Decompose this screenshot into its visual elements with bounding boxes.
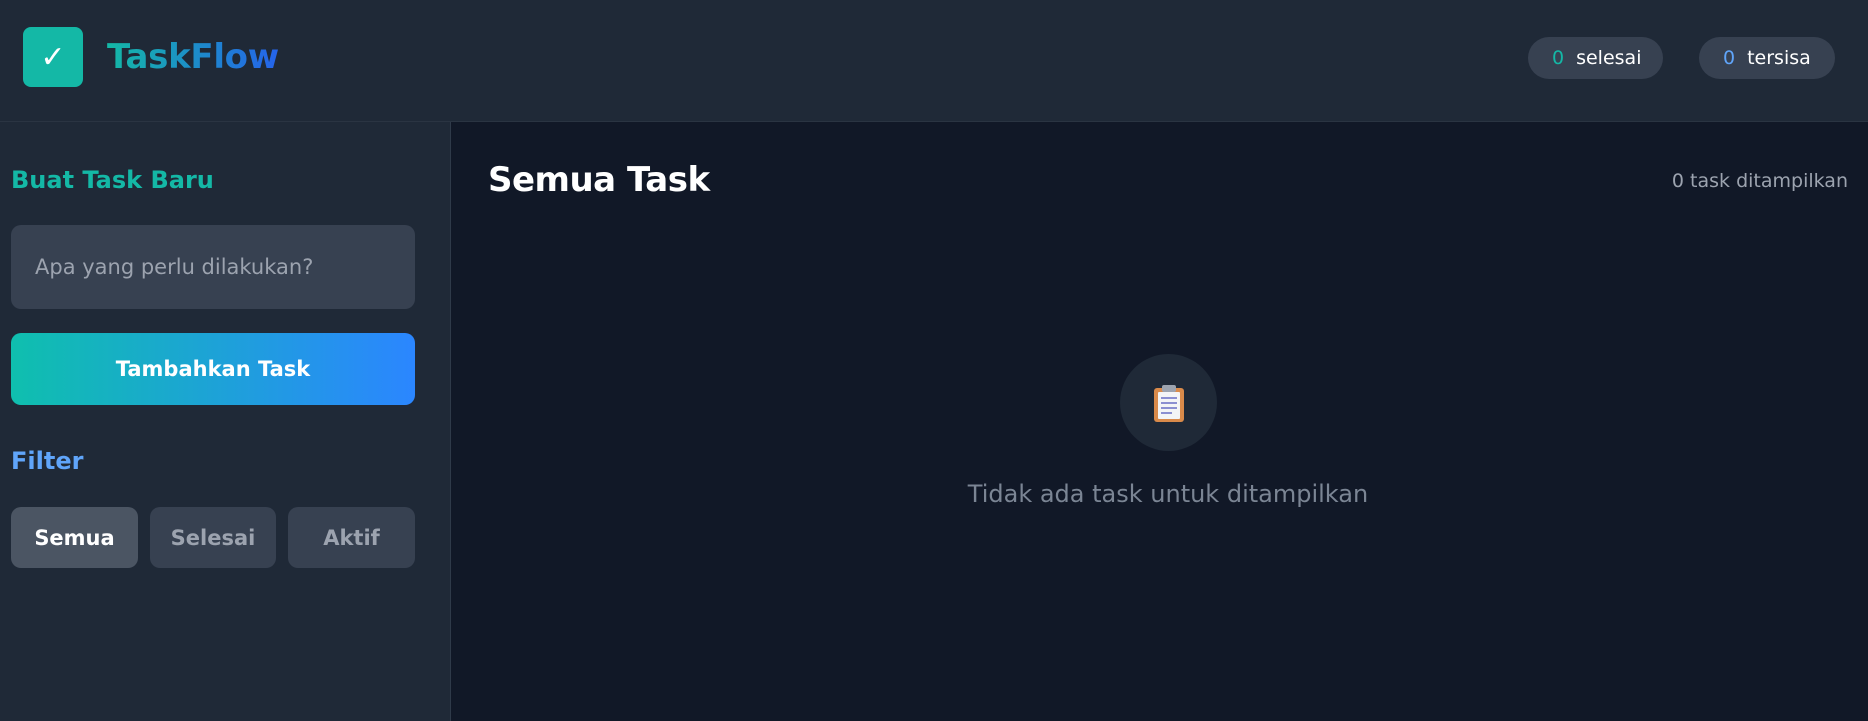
filter-all-button[interactable]: Semua xyxy=(11,507,138,568)
new-task-input[interactable] xyxy=(11,225,415,309)
main-content: Semua Task 0 task ditampilkan Tidak ada … xyxy=(452,122,1868,721)
remaining-label: tersisa xyxy=(1747,47,1811,69)
done-count: 0 xyxy=(1552,47,1565,69)
done-label: selesai xyxy=(1576,47,1642,69)
remaining-count-badge: 0 tersisa xyxy=(1699,37,1835,79)
clipboard-icon xyxy=(1153,384,1184,422)
filter-heading: Filter xyxy=(11,447,84,475)
empty-state-icon-circle xyxy=(1120,354,1217,451)
page-title: Semua Task xyxy=(488,160,710,200)
app-header: ✓ TaskFlow 0 selesai 0 tersisa xyxy=(0,0,1868,122)
filter-active-button[interactable]: Aktif xyxy=(288,507,415,568)
logo-checkmark-icon: ✓ xyxy=(23,27,83,87)
filter-done-button[interactable]: Selesai xyxy=(150,507,276,568)
remaining-count: 0 xyxy=(1723,47,1736,69)
checkmark-icon: ✓ xyxy=(40,39,66,75)
task-count-text: 0 task ditampilkan xyxy=(1671,170,1848,192)
app-title: TaskFlow xyxy=(107,37,279,77)
sidebar: Buat Task Baru Tambahkan Task Filter Sem… xyxy=(0,122,451,721)
empty-state-text: Tidak ada task untuk ditampilkan xyxy=(967,480,1369,508)
create-task-heading: Buat Task Baru xyxy=(11,166,214,194)
done-count-badge: 0 selesai xyxy=(1528,37,1663,79)
add-task-button[interactable]: Tambahkan Task xyxy=(11,333,415,405)
